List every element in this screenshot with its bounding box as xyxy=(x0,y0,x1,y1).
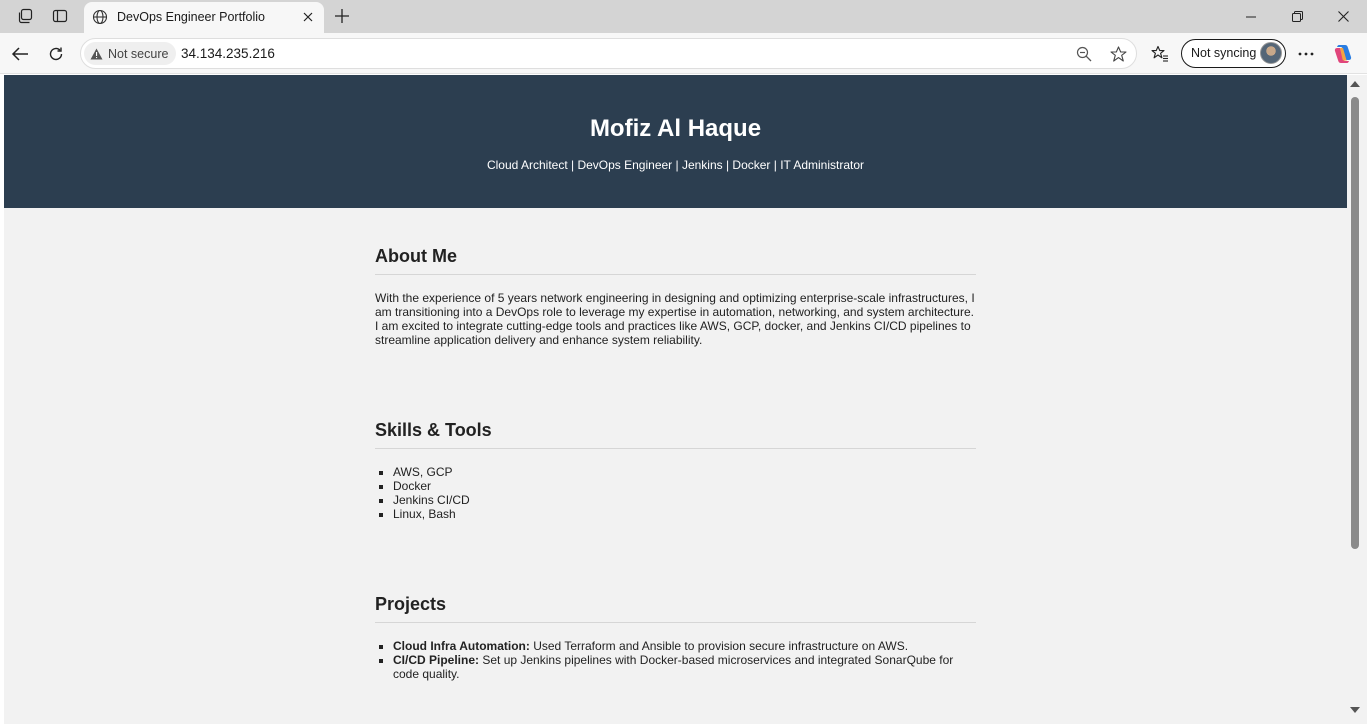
project-name: CI/CD Pipeline: xyxy=(393,653,480,667)
tab-close-button[interactable] xyxy=(298,7,318,27)
copilot-button[interactable] xyxy=(1329,40,1357,68)
minimize-icon xyxy=(1246,16,1256,17)
browser-toolbar: Not secure 34.134.235.216 Not syncing xyxy=(0,33,1367,74)
back-arrow-icon xyxy=(11,47,28,61)
workspaces-button[interactable] xyxy=(12,4,38,28)
about-heading: About Me xyxy=(375,246,976,275)
security-label: Not secure xyxy=(108,46,169,61)
projects-list: Cloud Infra Automation: Used Terraform a… xyxy=(375,639,976,681)
page-title: Mofiz Al Haque xyxy=(589,115,762,142)
list-item: AWS, GCP xyxy=(393,465,976,479)
vertical-scrollbar[interactable] xyxy=(1347,75,1367,724)
refresh-button[interactable] xyxy=(42,40,70,68)
hero-header: Mofiz Al Haque Cloud Architect | DevOps … xyxy=(4,75,1347,208)
skills-heading: Skills & Tools xyxy=(375,420,976,449)
workspaces-icon xyxy=(18,8,33,24)
favorites-button[interactable] xyxy=(1146,40,1174,68)
copilot-icon xyxy=(1334,45,1352,63)
more-icon xyxy=(1298,52,1314,56)
close-icon xyxy=(303,12,313,22)
url-text[interactable]: 34.134.235.216 xyxy=(181,46,275,61)
plus-icon xyxy=(335,9,349,23)
avatar xyxy=(1260,42,1282,64)
scroll-down-arrow-icon[interactable] xyxy=(1350,707,1360,713)
list-item: Docker xyxy=(393,479,976,493)
warning-icon xyxy=(90,48,103,59)
project-name: Cloud Infra Automation: xyxy=(393,639,530,653)
skills-list: AWS, GCP Docker Jenkins CI/CD Linux, Bas… xyxy=(375,465,976,521)
minimize-button[interactable] xyxy=(1228,0,1274,33)
projects-section: Projects Cloud Infra Automation: Used Te… xyxy=(375,594,976,681)
globe-icon xyxy=(92,9,108,25)
restore-button[interactable] xyxy=(1274,0,1320,33)
list-item: CI/CD Pipeline: Set up Jenkins pipelines… xyxy=(393,653,976,681)
scrollbar-thumb[interactable] xyxy=(1351,97,1359,549)
zoom-out-icon xyxy=(1076,46,1092,62)
about-section: About Me With the experience of 5 years … xyxy=(375,246,976,347)
tab-actions-icon xyxy=(52,9,68,23)
projects-heading: Projects xyxy=(375,594,976,623)
favorite-button[interactable] xyxy=(1108,44,1128,64)
tab-strip: DevOps Engineer Portfolio xyxy=(0,0,1367,33)
active-tab[interactable]: DevOps Engineer Portfolio xyxy=(84,2,324,33)
new-tab-button[interactable] xyxy=(330,4,354,28)
back-button[interactable] xyxy=(6,40,34,68)
sync-status-label: Not syncing xyxy=(1191,46,1257,60)
zoom-button[interactable] xyxy=(1074,44,1094,64)
about-text: With the experience of 5 years network e… xyxy=(375,291,975,347)
tagline: Cloud Architect | DevOps Engineer | Jenk… xyxy=(486,158,865,172)
settings-more-button[interactable] xyxy=(1292,40,1320,68)
favorites-icon xyxy=(1151,45,1168,62)
address-bar[interactable]: Not secure 34.134.235.216 xyxy=(80,38,1137,69)
close-icon xyxy=(1337,11,1349,22)
skills-section: Skills & Tools AWS, GCP Docker Jenkins C… xyxy=(375,420,976,521)
refresh-icon xyxy=(49,47,63,61)
site-info-button[interactable]: Not secure xyxy=(84,42,177,65)
star-icon xyxy=(1109,45,1127,62)
list-item: Linux, Bash xyxy=(393,507,976,521)
list-item: Cloud Infra Automation: Used Terraform a… xyxy=(393,639,976,653)
restore-icon xyxy=(1291,11,1303,22)
tab-title: DevOps Engineer Portfolio xyxy=(117,10,265,24)
page-viewport: Mofiz Al Haque Cloud Architect | DevOps … xyxy=(4,75,1347,724)
profile-sync-button[interactable]: Not syncing xyxy=(1181,39,1286,68)
close-window-button[interactable] xyxy=(1320,0,1366,33)
list-item: Jenkins CI/CD xyxy=(393,493,976,507)
scroll-up-arrow-icon[interactable] xyxy=(1350,81,1360,87)
vertical-tabs-button[interactable] xyxy=(47,4,73,28)
project-description: Used Terraform and Ansible to provision … xyxy=(529,639,909,653)
